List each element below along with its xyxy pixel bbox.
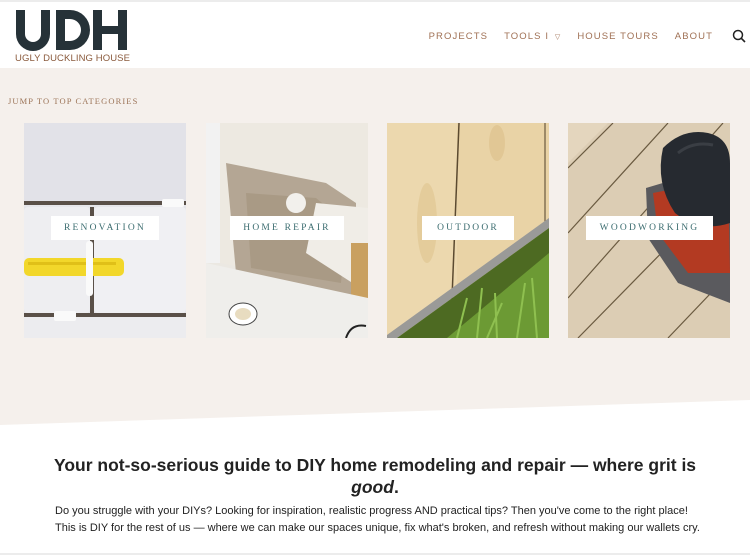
intro-paragraph: Do you struggle with your DIYs? Looking … <box>55 505 700 534</box>
category-card-home-repair[interactable]: HOME REPAIR <box>206 123 368 338</box>
nav-house-tours[interactable]: HOUSE TOURS <box>577 31 658 42</box>
category-card-outdoor[interactable]: OUTDOOR <box>387 123 549 338</box>
tagline-period: . <box>393 477 399 497</box>
nav-projects[interactable]: PROJECTS <box>429 31 488 42</box>
category-card-renovation[interactable]: RENOVATION <box>24 123 186 338</box>
nav-about[interactable]: ABOUT <box>675 31 713 42</box>
category-card-woodworking[interactable]: WOODWORKING <box>568 123 730 338</box>
category-label-renovation: RENOVATION <box>51 216 159 240</box>
udh-logo-mark <box>16 10 127 51</box>
category-label-home-repair: HOME REPAIR <box>230 216 344 240</box>
jump-to-categories-label: JUMP TO TOP CATEGORIES <box>8 96 139 106</box>
main-nav: PROJECTS TOOLS I ▽ HOUSE TOURS ABOUT <box>429 26 750 46</box>
category-label-outdoor: OUTDOOR <box>422 216 514 240</box>
site-header: UGLY DUCKLING HOUSE PROJECTS TOOLS I ▽ H… <box>0 2 750 68</box>
site-tagline: Your not-so-serious guide to DIY home re… <box>50 454 700 498</box>
category-label-woodworking: WOODWORKING <box>586 216 713 240</box>
chevron-down-icon: ▽ <box>554 33 562 41</box>
tagline-text: Your not-so-serious guide to DIY home re… <box>53 455 697 475</box>
tagline-emphasis: good <box>351 477 394 497</box>
logo-tagline: UGLY DUCKLING HOUSE <box>15 53 131 64</box>
site-logo[interactable]: UGLY DUCKLING HOUSE <box>14 8 134 64</box>
nav-tools[interactable]: TOOLS I ▽ <box>504 31 561 42</box>
search-icon[interactable] <box>732 29 746 43</box>
nav-tools-label: TOOLS I <box>504 30 550 42</box>
